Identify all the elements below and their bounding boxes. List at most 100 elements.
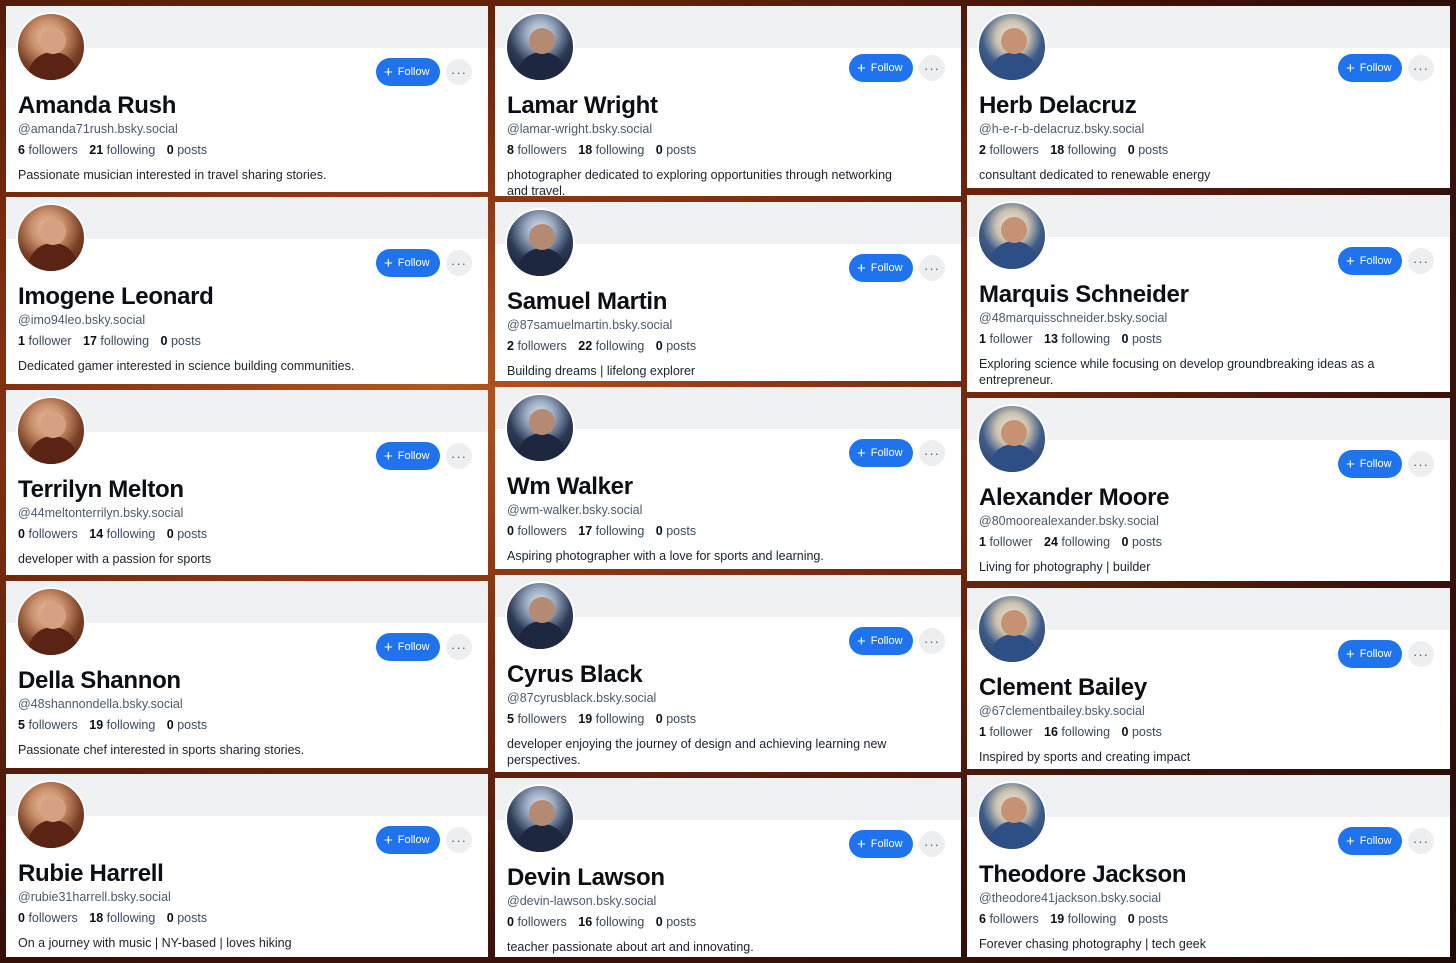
followers-count[interactable]: 2 [507, 339, 514, 353]
more-options-button[interactable]: ··· [1408, 828, 1434, 854]
more-options-button[interactable]: ··· [919, 55, 945, 81]
avatar[interactable] [977, 12, 1047, 82]
following-label[interactable]: following [596, 524, 645, 538]
following-count[interactable]: 24 [1044, 535, 1058, 549]
followers-label[interactable]: followers [28, 911, 77, 925]
avatar[interactable] [977, 201, 1047, 271]
more-options-button[interactable]: ··· [446, 250, 472, 276]
avatar[interactable] [16, 203, 86, 273]
followers-label[interactable]: followers [517, 143, 566, 157]
following-label[interactable]: following [1068, 143, 1117, 157]
following-count[interactable]: 19 [1050, 912, 1064, 926]
followers-count[interactable]: 1 [979, 535, 986, 549]
avatar[interactable] [977, 781, 1047, 851]
followers-count[interactable]: 1 [18, 334, 25, 348]
followers-count[interactable]: 5 [507, 712, 514, 726]
followers-label[interactable]: followers [989, 143, 1038, 157]
following-count[interactable]: 18 [578, 143, 592, 157]
follow-button[interactable]: + Follow [1338, 640, 1402, 668]
followers-count[interactable]: 0 [18, 527, 25, 541]
followers-count[interactable]: 2 [979, 143, 986, 157]
handle[interactable]: @amanda71rush.bsky.social [18, 122, 178, 136]
more-options-button[interactable]: ··· [446, 827, 472, 853]
more-options-button[interactable]: ··· [919, 831, 945, 857]
handle[interactable]: @imo94leo.bsky.social [18, 313, 145, 327]
handle[interactable]: @67clementbailey.bsky.social [979, 704, 1145, 718]
followers-label[interactable]: followers [517, 712, 566, 726]
following-label[interactable]: following [596, 712, 645, 726]
following-count[interactable]: 17 [578, 524, 592, 538]
following-label[interactable]: following [596, 339, 645, 353]
handle[interactable]: @lamar-wright.bsky.social [507, 122, 652, 136]
avatar[interactable] [16, 780, 86, 850]
handle[interactable]: @wm-walker.bsky.social [507, 503, 642, 517]
following-label[interactable]: following [1068, 912, 1117, 926]
avatar[interactable] [505, 393, 575, 463]
following-label[interactable]: following [1061, 535, 1110, 549]
follow-button[interactable]: + Follow [1338, 827, 1402, 855]
following-label[interactable]: following [596, 915, 645, 929]
followers-label[interactable]: followers [28, 718, 77, 732]
following-count[interactable]: 19 [578, 712, 592, 726]
followers-label[interactable]: followers [28, 143, 77, 157]
avatar[interactable] [977, 404, 1047, 474]
following-count[interactable]: 18 [89, 911, 103, 925]
more-options-button[interactable]: ··· [446, 59, 472, 85]
follow-button[interactable]: + Follow [376, 249, 440, 277]
following-count[interactable]: 13 [1044, 332, 1058, 346]
followers-label[interactable]: followers [989, 912, 1038, 926]
more-options-button[interactable]: ··· [446, 443, 472, 469]
followers-label[interactable]: follower [989, 332, 1032, 346]
avatar[interactable] [505, 581, 575, 651]
follow-button[interactable]: + Follow [849, 830, 913, 858]
following-count[interactable]: 22 [578, 339, 592, 353]
handle[interactable]: @44meltonterrilyn.bsky.social [18, 506, 183, 520]
handle[interactable]: @80moorealexander.bsky.social [979, 514, 1159, 528]
followers-label[interactable]: followers [517, 339, 566, 353]
avatar[interactable] [505, 12, 575, 82]
follow-button[interactable]: + Follow [376, 442, 440, 470]
following-count[interactable]: 16 [578, 915, 592, 929]
following-count[interactable]: 16 [1044, 725, 1058, 739]
avatar[interactable] [16, 396, 86, 466]
follow-button[interactable]: + Follow [849, 54, 913, 82]
more-options-button[interactable]: ··· [1408, 248, 1434, 274]
avatar[interactable] [16, 587, 86, 657]
following-label[interactable]: following [107, 527, 156, 541]
followers-count[interactable]: 0 [507, 915, 514, 929]
following-count[interactable]: 17 [83, 334, 97, 348]
followers-label[interactable]: followers [28, 527, 77, 541]
following-count[interactable]: 21 [89, 143, 103, 157]
avatar[interactable] [977, 594, 1047, 664]
follow-button[interactable]: + Follow [849, 627, 913, 655]
follow-button[interactable]: + Follow [849, 439, 913, 467]
followers-label[interactable]: followers [517, 524, 566, 538]
followers-count[interactable]: 1 [979, 332, 986, 346]
followers-count[interactable]: 6 [18, 143, 25, 157]
handle[interactable]: @h-e-r-b-delacruz.bsky.social [979, 122, 1144, 136]
following-label[interactable]: following [107, 718, 156, 732]
following-count[interactable]: 14 [89, 527, 103, 541]
following-count[interactable]: 18 [1050, 143, 1064, 157]
followers-label[interactable]: followers [517, 915, 566, 929]
followers-label[interactable]: follower [989, 535, 1032, 549]
followers-count[interactable]: 5 [18, 718, 25, 732]
more-options-button[interactable]: ··· [1408, 55, 1434, 81]
follow-button[interactable]: + Follow [1338, 450, 1402, 478]
avatar[interactable] [505, 208, 575, 278]
handle[interactable]: @48marquisschneider.bsky.social [979, 311, 1167, 325]
handle[interactable]: @87cyrusblack.bsky.social [507, 691, 656, 705]
handle[interactable]: @devin-lawson.bsky.social [507, 894, 656, 908]
follow-button[interactable]: + Follow [1338, 247, 1402, 275]
more-options-button[interactable]: ··· [1408, 641, 1434, 667]
following-count[interactable]: 19 [89, 718, 103, 732]
more-options-button[interactable]: ··· [446, 634, 472, 660]
followers-count[interactable]: 0 [18, 911, 25, 925]
handle[interactable]: @theodore41jackson.bsky.social [979, 891, 1161, 905]
handle[interactable]: @rubie31harrell.bsky.social [18, 890, 171, 904]
more-options-button[interactable]: ··· [919, 255, 945, 281]
followers-label[interactable]: follower [28, 334, 71, 348]
follow-button[interactable]: + Follow [1338, 54, 1402, 82]
more-options-button[interactable]: ··· [919, 440, 945, 466]
avatar[interactable] [505, 784, 575, 854]
